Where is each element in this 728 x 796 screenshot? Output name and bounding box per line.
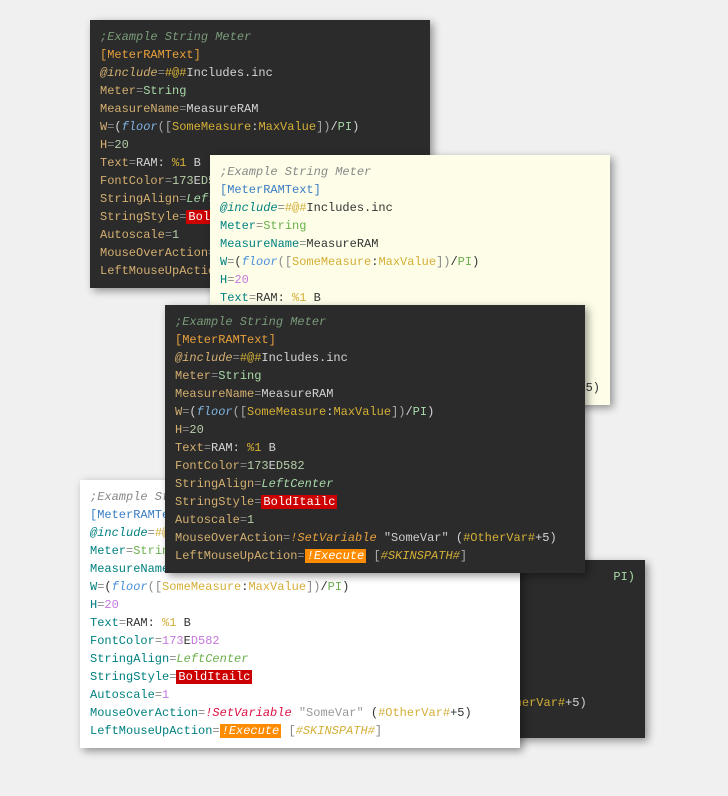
measure-line: MeasureName=MeasureRAM [100,100,420,118]
leftmouse-line: LeftMouseUpAction=!Execute [#SKINSPATH#] [90,722,510,740]
text-line: Text=RAM: %1 B [175,439,575,457]
meter-line: Meter=String [220,217,600,235]
comment-line: ;Example String Meter [220,163,600,181]
autoscale-line: Autoscale=1 [90,686,510,704]
h-line: H=20 [175,421,575,439]
fontcolor-line: FontColor=173ED582 [90,632,510,650]
stringstyle-line: StringStyle=BoldItailc [175,493,575,511]
section-line: [MeterRAMText] [220,181,600,199]
fontcolor-line: FontColor=173ED582 [175,457,575,475]
mouseover-line: MouseOverAction=!SetVariable "SomeVar" (… [90,704,510,722]
stringalign-line: StringAlign=LeftCenter [90,650,510,668]
w-line: W=(floor([SomeMeasure:MaxValue])/PI) [100,118,420,136]
w-line: W=(floor([SomeMeasure:MaxValue])/PI) [90,578,510,596]
meter-line: Meter=String [175,367,575,385]
include-line: @include=#@#Includes.inc [220,199,600,217]
comment-line: ;Example String Meter [100,28,420,46]
w-line: W=(floor([SomeMeasure:MaxValue])/PI) [220,253,600,271]
h-line: H=20 [220,271,600,289]
measure-line: MeasureName=MeasureRAM [175,385,575,403]
leftmouse-line: LeftMouseUpAction=!Execute [#SKINSPATH#] [175,547,575,565]
include-line: @include=#@#Includes.inc [100,64,420,82]
section-line: [MeterRAMText] [175,331,575,349]
mouseover-line: MouseOverAction=!SetVariable "SomeVar" (… [175,529,575,547]
stringalign-line: StringAlign=LeftCenter [175,475,575,493]
comment-line: ;Example String Meter [175,313,575,331]
autoscale-line: Autoscale=1 [175,511,575,529]
measure-line: MeasureName=MeasureRAM [220,235,600,253]
text-line: Text=RAM: %1 B [90,614,510,632]
h-line: H=20 [90,596,510,614]
include-line: @include=#@#Includes.inc [175,349,575,367]
code-panel-3: ;Example String Meter [MeterRAMText] @in… [165,305,585,573]
h-line: H=20 [100,136,420,154]
stringstyle-line: StringStyle=BoldItailc [90,668,510,686]
meter-line: Meter=String [100,82,420,100]
section-line: [MeterRAMText] [100,46,420,64]
w-line: W=(floor([SomeMeasure:MaxValue])/PI) [175,403,575,421]
